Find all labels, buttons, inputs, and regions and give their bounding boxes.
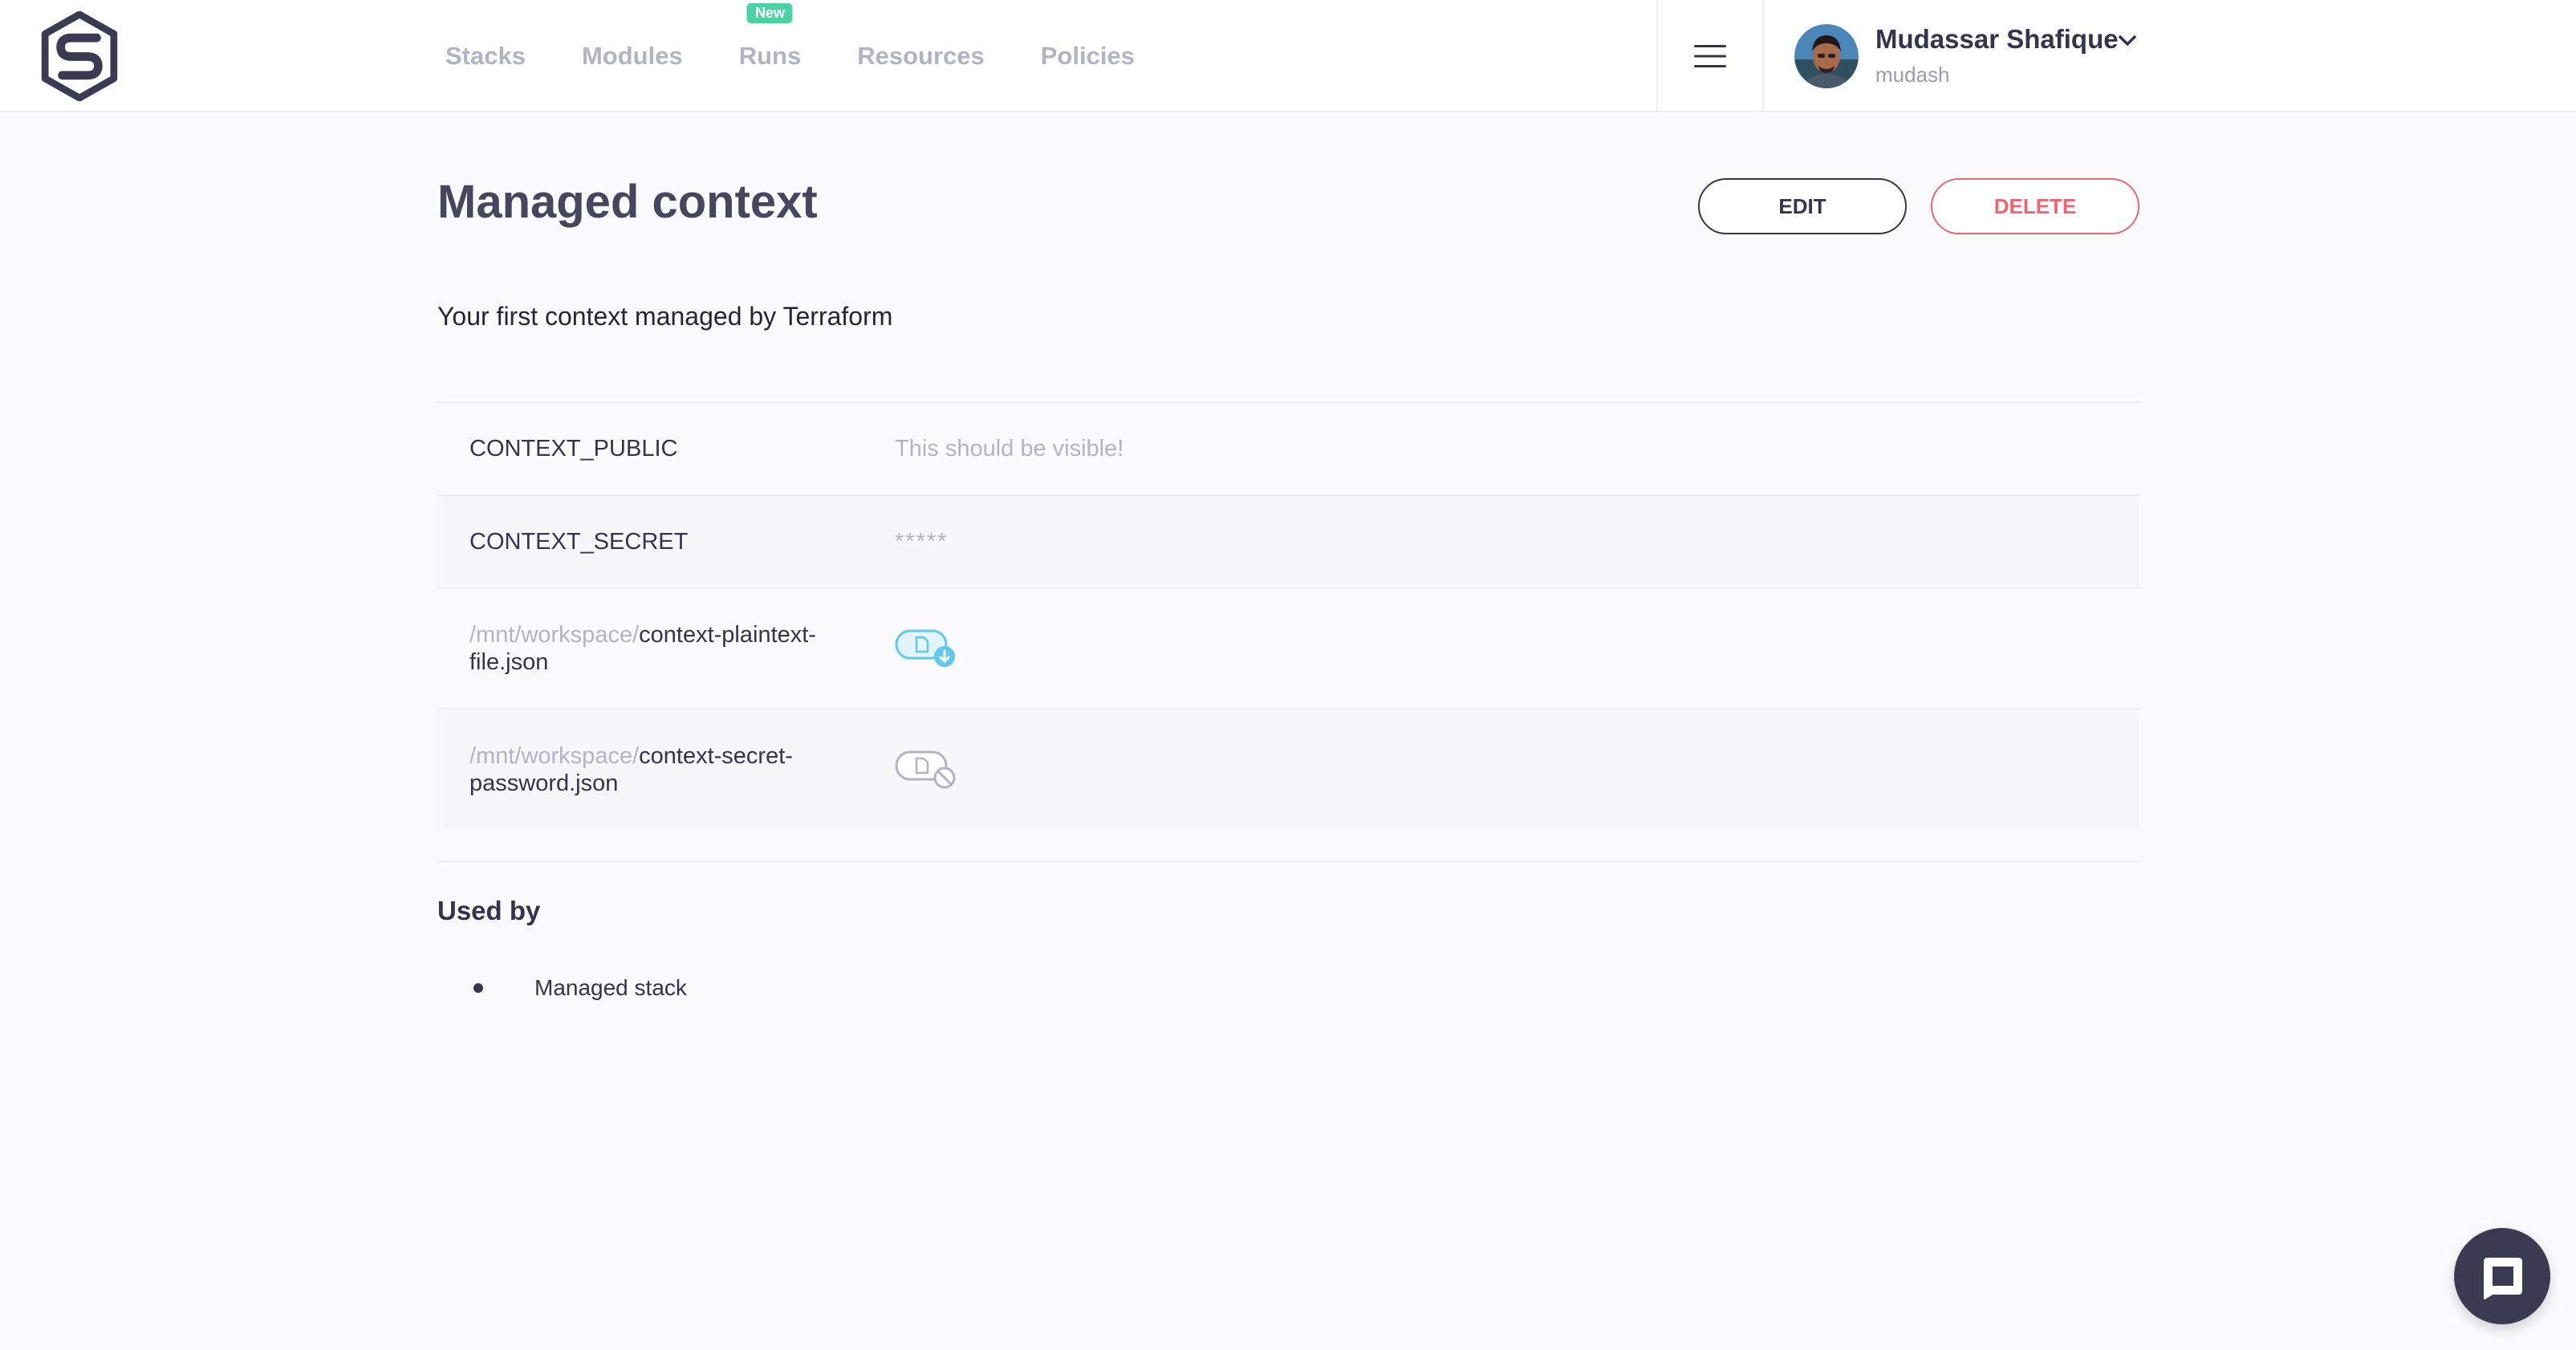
main-nav: Stacks Modules New Runs Resources Polici…	[445, 0, 1191, 112]
delete-button[interactable]: DELETE	[1931, 178, 2139, 234]
top-navigation-bar: Stacks Modules New Runs Resources Polici…	[0, 0, 2576, 112]
used-by-list: Managed stack	[437, 975, 687, 1001]
context-variables-table: CONTEXT_PUBLIC This should be visible! C…	[437, 401, 2139, 830]
nav-item-modules[interactable]: Modules	[582, 42, 683, 71]
context-description: Your first context managed by Terraform	[437, 302, 893, 331]
variable-value: This should be visible!	[895, 435, 1124, 462]
user-avatar[interactable]	[1794, 24, 1859, 88]
list-item[interactable]: Managed stack	[437, 975, 687, 1001]
file-name-part: file.json	[469, 649, 549, 675]
user-name[interactable]: Mudassar Shafique	[1875, 24, 2119, 55]
bullet-icon	[473, 983, 483, 993]
file-name-part: context-plaintext-	[639, 622, 816, 648]
used-by-heading: Used by	[437, 896, 541, 925]
secret-value-mask: *****	[895, 528, 949, 555]
chat-bubble-icon	[2484, 1258, 2522, 1299]
file-name-part: password.json	[469, 771, 619, 796]
spacelift-logo-icon[interactable]	[40, 11, 119, 101]
variable-name: CONTEXT_PUBLIC	[469, 436, 678, 462]
file-path-prefix: /mnt/workspace/	[469, 622, 640, 648]
table-row: CONTEXT_SECRET *****	[437, 496, 2139, 589]
menu-button[interactable]	[1658, 0, 1762, 112]
section-divider	[437, 860, 2139, 862]
file-secret-icon	[895, 750, 956, 789]
hamburger-menu-icon	[1694, 45, 1726, 67]
table-row: /mnt/workspace/context-secret- password.…	[437, 710, 2139, 830]
nav-item-policies[interactable]: Policies	[1041, 42, 1135, 71]
file-path: /mnt/workspace/context-plaintext- file.j…	[469, 621, 895, 676]
nav-label: Modules	[581, 42, 683, 70]
nav-item-runs[interactable]: New Runs	[738, 3, 802, 71]
file-name-part: context-secret-	[639, 743, 793, 769]
nav-label: Stacks	[445, 42, 526, 70]
nav-label: Policies	[1040, 42, 1135, 70]
file-download-icon[interactable]	[895, 626, 959, 671]
header-divider	[1762, 0, 1764, 112]
table-row: /mnt/workspace/context-plaintext- file.j…	[437, 589, 2139, 710]
nav-label: Resources	[857, 42, 985, 70]
nav-item-resources[interactable]: Resources	[857, 42, 985, 71]
table-row: CONTEXT_PUBLIC This should be visible!	[437, 403, 2139, 496]
nav-item-stacks[interactable]: Stacks	[445, 42, 526, 71]
page-title: Managed context	[437, 176, 818, 228]
new-badge: New	[746, 3, 793, 23]
nav-label: Runs	[738, 42, 802, 70]
variable-name: CONTEXT_SECRET	[469, 529, 689, 555]
file-path-prefix: /mnt/workspace/	[469, 743, 640, 769]
chat-widget-button[interactable]	[2454, 1228, 2550, 1324]
file-path: /mnt/workspace/context-secret- password.…	[469, 742, 895, 797]
chevron-down-icon[interactable]	[2115, 29, 2139, 53]
user-handle: mudash	[1875, 63, 1950, 87]
edit-button[interactable]: EDIT	[1698, 178, 1907, 234]
used-by-stack-link[interactable]: Managed stack	[534, 975, 687, 1001]
